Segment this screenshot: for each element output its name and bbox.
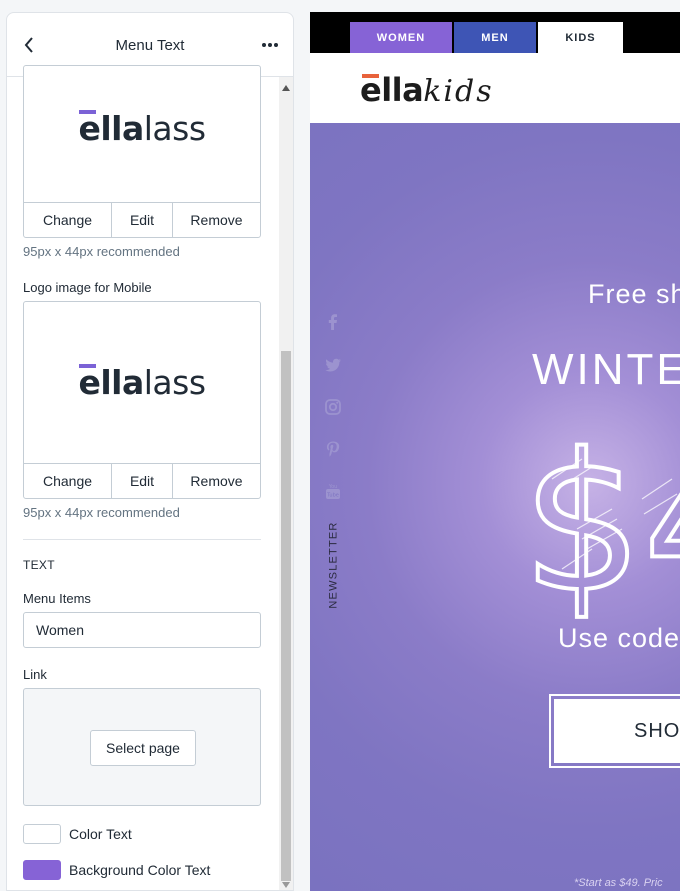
sidebar-scrollbar[interactable] [279,77,293,890]
hero-footnote: *Start as $49. Pric [574,877,663,889]
ellalass-logo: ellalass [78,363,206,402]
facebook-icon[interactable] [324,313,342,331]
mobile-logo-actions: Change Edit Remove [24,463,260,498]
logo-text-bold: ella [78,108,144,148]
ellakids-logo[interactable]: ellakids [360,71,494,109]
hero-promo-text: Free sh [588,279,680,309]
color-text-swatch[interactable] [23,824,61,844]
desktop-logo-card: ellalass Change Edit Remove [23,65,261,238]
mobile-logo-label: Logo image for Mobile [23,280,152,295]
link-label: Link [23,667,47,682]
edit-logo-button[interactable]: Edit [111,203,173,237]
tab-kids[interactable]: KIDS [538,22,623,53]
storefront-preview: WOMEN MEN KIDS ellakids You Tube NEWSLET… [310,12,680,891]
youtube-icon[interactable]: You Tube [324,483,342,501]
hero-price-text: $4 [522,419,680,619]
twitter-icon[interactable] [324,356,342,374]
tab-men[interactable]: MEN [454,22,536,53]
change-logo-button[interactable]: Change [24,203,111,237]
menu-items-label: Menu Items [23,591,91,606]
edit-mobile-logo-button[interactable]: Edit [111,464,173,498]
text-section-heading: TEXT [23,558,55,572]
mobile-logo-preview[interactable]: ellalass [24,302,260,463]
hero-price-graphic: $4 [522,419,680,619]
menu-items-input[interactable]: Women [23,612,261,648]
pinterest-icon[interactable] [324,440,342,458]
logo-accent-bar [79,364,97,368]
scroll-up-arrow[interactable] [282,85,290,91]
hero-code-text: Use code: [558,623,680,653]
newsletter-label: NEWSLETTER [327,521,340,609]
newsletter-tab[interactable]: NEWSLETTER [324,521,344,613]
svg-text:You: You [328,484,338,490]
instagram-icon[interactable] [324,398,342,416]
section-divider [23,539,261,540]
settings-sidebar: Menu Text ellalass Change Edit Remove 95… [6,12,294,891]
sidebar-title: Menu Text [115,37,185,54]
brand-script-text: kids [423,74,494,109]
scroll-thumb[interactable] [281,351,291,881]
desktop-logo-actions: Change Edit Remove [24,202,260,237]
desktop-logo-hint: 95px x 44px recommended [23,244,180,259]
remove-mobile-logo-button[interactable]: Remove [173,464,260,498]
logo-text-light: lass [143,363,206,402]
ellalass-logo: ellalass [78,108,206,148]
remove-logo-button[interactable]: Remove [173,203,260,237]
bg-color-text-picker[interactable]: Background Color Text [23,860,210,880]
hero-heading: WINTE [532,345,680,394]
store-header: ellakids [310,53,680,123]
color-text-label: Color Text [69,826,132,842]
logo-text-light: lass [143,108,206,148]
mobile-logo-hint: 95px x 44px recommended [23,505,180,520]
change-mobile-logo-button[interactable]: Change [24,464,111,498]
desktop-logo-preview[interactable]: ellalass [24,66,260,202]
bg-color-text-label: Background Color Text [69,862,211,878]
logo-accent-bar [362,74,379,78]
color-text-picker[interactable]: Color Text [23,824,132,844]
shop-now-button[interactable]: SHO [549,694,680,768]
more-options-icon[interactable] [261,37,279,53]
scroll-down-arrow[interactable] [282,882,290,888]
link-picker: Select page [23,688,261,806]
top-menu-bar: WOMEN MEN KIDS [310,12,680,53]
logo-accent-bar [79,109,97,114]
tab-women[interactable]: WOMEN [350,22,452,53]
hero-banner: You Tube NEWSLETTER Free sh WINTE $4 Use… [310,123,680,891]
bg-color-text-swatch[interactable] [23,860,61,880]
select-page-button[interactable]: Select page [90,730,196,766]
svg-text:Tube: Tube [326,493,339,499]
mobile-logo-card: ellalass Change Edit Remove [23,301,261,499]
logo-text-bold: ella [78,363,144,402]
